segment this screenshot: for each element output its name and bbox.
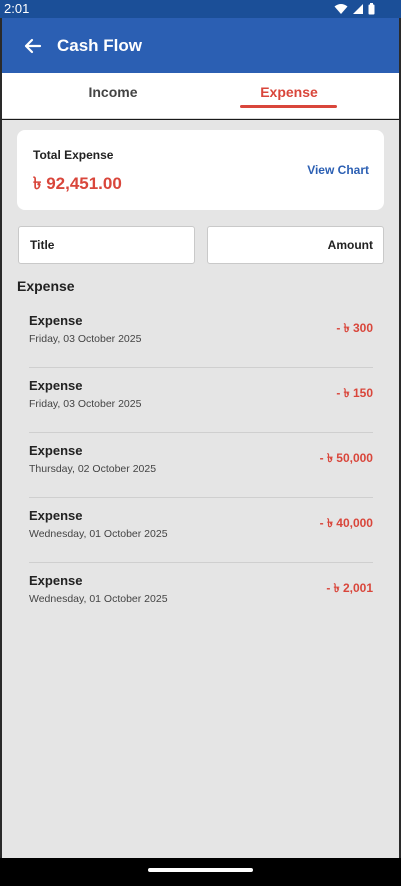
transaction-amount: - ৳ 50,000: [319, 451, 373, 465]
tab-income[interactable]: Income: [14, 73, 212, 119]
status-time: 2:01: [4, 1, 30, 16]
transaction-title: Expense: [29, 508, 83, 523]
home-gesture-handle[interactable]: [148, 868, 253, 872]
signal-icon: [353, 4, 363, 14]
view-chart-button[interactable]: View Chart: [307, 163, 369, 177]
transaction-date: Wednesday, 01 October 2025: [29, 528, 168, 540]
transaction-list: Expense Friday, 03 October 2025 - ৳ 300 …: [29, 303, 373, 628]
active-tab-indicator: [240, 105, 337, 108]
transaction-row[interactable]: Expense Friday, 03 October 2025 - ৳ 300: [29, 303, 373, 368]
section-title: Expense: [17, 278, 75, 294]
transaction-title: Expense: [29, 443, 83, 458]
transaction-amount: - ৳ 2,001: [326, 581, 373, 595]
transaction-amount: - ৳ 300: [336, 321, 373, 335]
transaction-date: Thursday, 02 October 2025: [29, 463, 157, 475]
title-column-header: Title: [18, 226, 195, 264]
transaction-amount: - ৳ 150: [336, 386, 373, 400]
main-content[interactable]: Total Expense ৳ 92,451.00 View Chart Tit…: [2, 120, 399, 858]
transaction-row[interactable]: Expense Wednesday, 01 October 2025 - ৳ 2…: [29, 563, 373, 628]
status-icons: [334, 3, 375, 15]
total-expense-card: Total Expense ৳ 92,451.00 View Chart: [17, 130, 384, 210]
transaction-row[interactable]: Expense Wednesday, 01 October 2025 - ৳ 4…: [29, 498, 373, 563]
transaction-title: Expense: [29, 313, 83, 328]
transaction-date: Wednesday, 01 October 2025: [29, 593, 168, 605]
wifi-icon: [334, 4, 348, 14]
amount-column-header: Amount: [207, 226, 384, 264]
transaction-date: Friday, 03 October 2025: [29, 398, 142, 410]
total-expense-label: Total Expense: [33, 148, 114, 162]
arrow-left-icon: [24, 38, 42, 54]
transaction-title: Expense: [29, 573, 83, 588]
battery-icon: [368, 3, 375, 15]
transaction-amount: - ৳ 40,000: [319, 516, 373, 530]
transaction-row[interactable]: Expense Thursday, 02 October 2025 - ৳ 50…: [29, 433, 373, 498]
transaction-row[interactable]: Expense Friday, 03 October 2025 - ৳ 150: [29, 368, 373, 433]
app-screen: 2:01 Cash Flow Income Expense Total Expe…: [0, 0, 401, 886]
system-navigation-bar: [0, 858, 401, 886]
app-bar: Cash Flow: [2, 18, 399, 73]
back-button[interactable]: [20, 33, 46, 59]
status-bar: 2:01: [0, 0, 401, 18]
tab-expense[interactable]: Expense: [190, 73, 388, 119]
transaction-title: Expense: [29, 378, 83, 393]
transaction-date: Friday, 03 October 2025: [29, 333, 142, 345]
page-title: Cash Flow: [57, 36, 143, 55]
total-expense-value: ৳ 92,451.00: [33, 174, 122, 193]
tab-bar: Income Expense: [2, 73, 399, 119]
